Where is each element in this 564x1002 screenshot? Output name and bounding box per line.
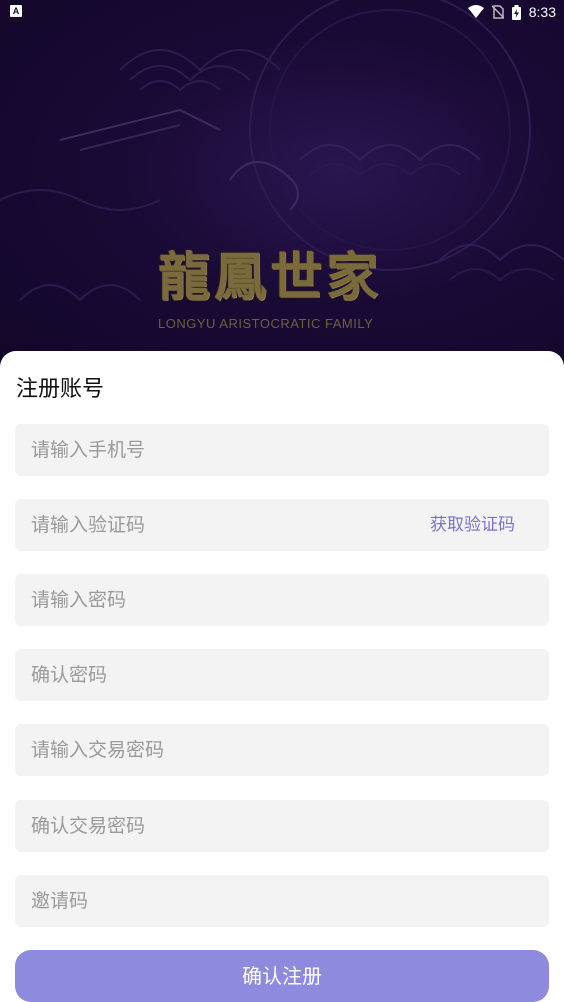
- password-input[interactable]: [31, 574, 411, 626]
- brand-logo: 龍鳳世家 LONGYU ARISTOCRATIC FAMILY: [158, 248, 406, 344]
- get-verification-code-button[interactable]: 获取验证码: [430, 499, 515, 551]
- password-field: [15, 574, 549, 626]
- phone-field: [15, 424, 549, 476]
- confirm-register-button[interactable]: 确认注册: [15, 950, 549, 1002]
- status-bar: A 8:33: [0, 0, 564, 24]
- confirm-trade-password-field: [15, 800, 549, 852]
- trade-password-field: [15, 724, 549, 776]
- confirm-trade-password-input[interactable]: [31, 800, 411, 852]
- trade-password-input[interactable]: [31, 724, 411, 776]
- battery-charging-icon: [511, 4, 521, 20]
- confirm-password-input[interactable]: [31, 649, 411, 701]
- no-sim-icon: [491, 5, 504, 19]
- notification-app-icon: A: [10, 5, 22, 17]
- status-indicators: 8:33: [467, 3, 556, 21]
- verification-code-input[interactable]: [31, 499, 331, 551]
- wifi-icon: [467, 5, 484, 18]
- register-sheet: 注册账号 获取验证码 确认注册: [0, 351, 564, 1002]
- hero-banner: A 8:33 龍鳳世家 LONGYU ARISTOCRATIC FAMILY: [0, 0, 564, 380]
- logo-subtitle: LONGYU ARISTOCRATIC FAMILY: [158, 316, 374, 331]
- phone-input[interactable]: [31, 424, 411, 476]
- logo-characters: 龍鳳世家: [158, 247, 383, 308]
- invite-code-input[interactable]: [31, 875, 411, 927]
- page-title: 注册账号: [16, 377, 105, 402]
- verification-code-field: 获取验证码: [15, 499, 549, 551]
- confirm-password-field: [15, 649, 549, 701]
- status-time: 8:33: [528, 4, 556, 20]
- invite-code-field: [15, 875, 549, 927]
